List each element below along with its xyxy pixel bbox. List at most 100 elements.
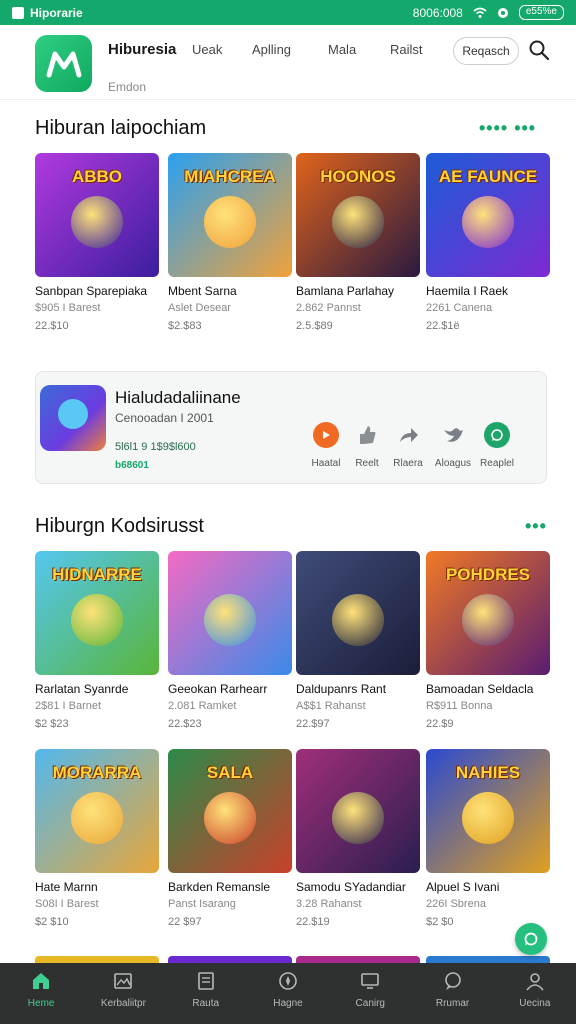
thumbnail-title: MIAHCREA (184, 167, 276, 186)
character-art (332, 792, 384, 845)
game-card[interactable]: Daldupanrs Rant A$$1 Rahanst 22.$97 (296, 551, 420, 730)
game-thumbnail (168, 551, 292, 675)
play-icon (313, 422, 339, 448)
bottom-nav-item[interactable]: Canirg (329, 963, 411, 1024)
game-card[interactable]: MORARRA Hate Marnn S08I I Barest $2 $10 (35, 749, 159, 928)
status-time: 8006:008 (412, 5, 463, 20)
nav-link-4[interactable]: Railst (390, 42, 423, 57)
character-art (71, 196, 123, 249)
featured-action-label: Reaplel (480, 458, 514, 469)
bottom-nav-item[interactable]: Rauta (165, 963, 247, 1024)
list-icon (195, 970, 217, 992)
featured-action-share[interactable]: Rlaera (386, 422, 430, 469)
search-button[interactable]: Reqasch (453, 37, 519, 65)
logo-m-icon (46, 51, 81, 77)
section-2-more-button[interactable]: ••• (525, 516, 547, 537)
game-name: Mbent Sarna (168, 284, 237, 298)
game-thumbnail: AE FAUNCE (426, 153, 550, 277)
bottom-nav-label: Kerbaliitpr (100, 998, 146, 1009)
battery-indicator: e55%e (518, 5, 564, 20)
game-price: 22.$23 (168, 718, 202, 730)
game-card[interactable]: HOONOS Bamlana Parlahay 2.862 Pannst 2.5.$8… (296, 153, 420, 332)
featured-action-label: Reelt (355, 458, 379, 469)
game-name: Geeokan Rarhearr (168, 682, 268, 696)
bottom-nav-item[interactable]: Uecina (494, 963, 576, 1024)
game-card[interactable]: Geeokan Rarhearr 2.081 Ramket 22.$23 (168, 551, 292, 730)
game-name: Rarlatan Syanrde (35, 682, 129, 696)
featured-game-card[interactable]: Hialudadaliinane Cenooadan I 2001 5l6l1 … (35, 371, 547, 484)
thumbnail-title: NAHIES (455, 763, 521, 782)
featured-action-chat[interactable]: Reaplel (475, 422, 519, 469)
section-1-more-button[interactable]: •••• ••• (479, 118, 536, 139)
bottom-nav-item[interactable]: Heme (0, 963, 82, 1024)
game-name: Daldupanrs Rant (296, 682, 387, 696)
game-meta: 3.28 Rahanst (296, 898, 362, 910)
bottom-nav-label: Rrumar (435, 998, 470, 1009)
like-icon (354, 422, 380, 448)
game-meta: $905 I Barest (35, 302, 101, 314)
character-art (204, 594, 256, 647)
nav-link-1[interactable]: Ueak (192, 42, 222, 57)
bottom-navigation: Heme Kerbaliitpr Rauta Hagne Canirg Rrumar Uec… (0, 963, 576, 1024)
thumbnail-title: MORARRA (52, 763, 142, 782)
bottom-nav-label: Heme (27, 998, 55, 1009)
home-icon (30, 970, 52, 992)
game-meta: Aslet Desear (168, 302, 231, 314)
game-thumbnail: HOONOS (296, 153, 420, 277)
game-card[interactable]: HIDNARRE Rarlatan Syanrde 2$81 I Barnet $2 … (35, 551, 159, 730)
game-card[interactable]: NAHIES Alpuel S Ivani 226I Sbrena $2 $0 (426, 749, 550, 928)
featured-action-play[interactable]: Haatal (304, 422, 348, 469)
game-card[interactable]: AE FAUNCE Haemila I Raek 2261 Canena 22.$1ë (426, 153, 550, 332)
chat-icon (442, 970, 464, 992)
bottom-nav-label: Rauta (192, 998, 220, 1009)
character-art (462, 594, 514, 647)
game-name: Bamoadan Seldacla (426, 682, 534, 696)
game-meta: 2.081 Ramket (168, 700, 237, 712)
brand-subtitle: Emdon (108, 80, 147, 94)
section-title-2: Hiburgn Kodsirusst (35, 515, 204, 537)
share-icon (395, 422, 421, 448)
thumbnail-title: HIDNARRE (52, 565, 142, 584)
floating-chat-button[interactable] (515, 923, 547, 955)
game-name: Hate Marnn (35, 880, 98, 894)
game-meta: Panst Isarang (168, 898, 236, 910)
featured-action-bird[interactable]: Aloagus (431, 422, 475, 469)
game-card[interactable]: POHDRES Bamoadan Seldacla R$911 Bonna 22.$9 (426, 551, 550, 730)
thumbnail-title: POHDRES (445, 565, 531, 584)
user-icon (524, 970, 546, 992)
record-icon (497, 7, 508, 18)
monitor-icon (359, 970, 381, 992)
game-name: Alpuel S Ivani (426, 880, 500, 894)
game-card[interactable]: ABBO Sanbpan Sparepiaka $905 I Barest 22.$1… (35, 153, 159, 332)
bottom-nav-item[interactable]: Rrumar (411, 963, 493, 1024)
game-meta: A$$1 Rahanst (296, 700, 366, 712)
bottom-nav-label: Canirg (355, 998, 385, 1009)
game-thumbnail (296, 749, 420, 873)
game-name: Barkden Remansle (168, 880, 271, 894)
bottom-nav-item[interactable]: Hagne (247, 963, 329, 1024)
game-price: 22.$97 (296, 718, 330, 730)
featured-subtitle: Cenooadan I 2001 (115, 411, 214, 425)
game-card[interactable]: Samodu SYadandiar 3.28 Rahanst 22.$19 (296, 749, 420, 928)
game-thumbnail: MORARRA (35, 749, 159, 873)
nav-link-2[interactable]: Aplling (252, 42, 291, 57)
game-card[interactable]: SALA Barkden Remansle Panst Isarang 22 $97 (168, 749, 292, 928)
character-art (71, 792, 123, 845)
thumbnail-title: AE FAUNCE (438, 167, 538, 186)
featured-action-like[interactable]: Reelt (345, 422, 389, 469)
featured-stats: 5l6l1 9 1$9$l600 (115, 441, 196, 453)
app-logo[interactable] (35, 35, 92, 92)
thumbnail-title: HOONOS (320, 167, 396, 186)
game-card[interactable]: MIAHCREA Mbent Sarna Aslet Desear $2.$83 (168, 153, 292, 332)
game-meta: S08I I Barest (35, 898, 99, 910)
game-price: $2.$83 (168, 320, 202, 332)
status-app-name: Hiporarie (30, 5, 83, 20)
featured-action-label: Aloagus (434, 458, 472, 469)
game-meta: 2$81 I Barnet (35, 700, 102, 712)
bottom-nav-item[interactable]: Kerbaliitpr (82, 963, 164, 1024)
game-price: 22 $97 (168, 916, 202, 928)
character-art (462, 196, 514, 249)
nav-link-3[interactable]: Mala (328, 42, 356, 57)
game-price: 22.$10 (35, 320, 69, 332)
search-icon[interactable] (528, 39, 550, 61)
